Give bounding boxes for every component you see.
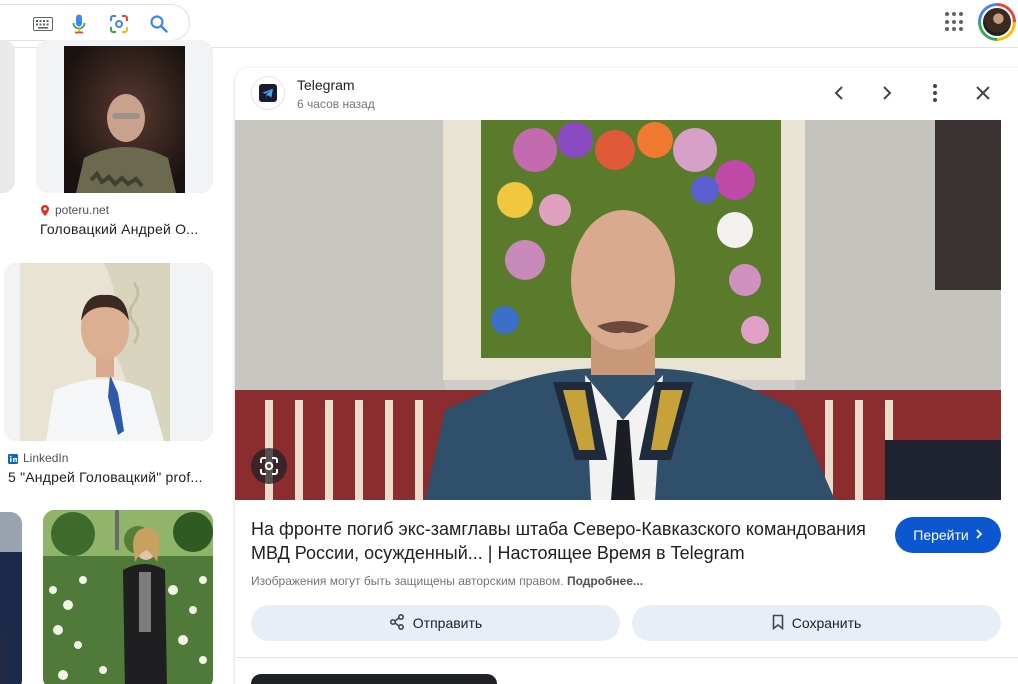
- visit-button-label: Перейти: [913, 527, 969, 543]
- result-thumbnail[interactable]: [4, 263, 213, 441]
- divider: [235, 657, 1018, 658]
- result-thumbnail[interactable]: [0, 512, 22, 684]
- more-options-icon[interactable]: [923, 81, 947, 105]
- preview-site-name[interactable]: Telegram: [297, 77, 355, 93]
- lens-icon[interactable]: [109, 14, 129, 34]
- related-result-thumbnail[interactable]: [251, 674, 497, 684]
- result-thumbnail[interactable]: [36, 40, 213, 193]
- preview-image[interactable]: [235, 120, 1001, 500]
- copyright-notice: Изображения могут быть защищены авторски…: [251, 574, 643, 588]
- preview-title[interactable]: На фронте погиб экс-замглавы штаба Север…: [251, 517, 891, 565]
- result-source[interactable]: poteru.net: [40, 203, 109, 217]
- share-icon: [389, 613, 405, 633]
- mic-icon[interactable]: [69, 14, 89, 34]
- save-label: Сохранить: [791, 615, 862, 631]
- preview-panel: Telegram 6 часов назад На фронте погиб э…: [235, 68, 1018, 684]
- result-title[interactable]: Головацкий Андрей О...: [40, 221, 210, 237]
- avatar[interactable]: [978, 3, 1016, 41]
- result-source[interactable]: LinkedIn: [8, 451, 68, 465]
- image-search-page: poteru.net Головацкий Андрей О... Linked…: [0, 0, 1018, 684]
- result-title[interactable]: 5 "Андрей Головацкий" prof...: [8, 469, 210, 485]
- telegram-icon[interactable]: [251, 76, 285, 110]
- linkedin-icon: [8, 453, 18, 464]
- save-button[interactable]: Сохранить: [632, 605, 1001, 641]
- pin-icon: [40, 205, 50, 216]
- close-icon[interactable]: [971, 81, 995, 105]
- result-thumbnail[interactable]: [0, 40, 15, 193]
- copyright-text: Изображения могут быть защищены авторски…: [251, 574, 564, 588]
- visual-search-button[interactable]: [251, 448, 287, 484]
- result-source-label: LinkedIn: [23, 451, 69, 465]
- bookmark-icon: [772, 614, 784, 633]
- chevron-right-icon: [975, 527, 983, 543]
- search-box[interactable]: [0, 4, 190, 41]
- learn-more-link[interactable]: Подробнее...: [567, 574, 643, 588]
- chevron-right-icon[interactable]: [875, 81, 899, 105]
- apps-icon[interactable]: [945, 12, 965, 32]
- share-button[interactable]: Отправить: [251, 605, 620, 641]
- keyboard-icon[interactable]: [33, 14, 53, 34]
- preview-timestamp: 6 часов назад: [297, 97, 375, 111]
- search-icon[interactable]: [149, 14, 169, 34]
- chevron-left-icon[interactable]: [827, 81, 851, 105]
- share-label: Отправить: [412, 615, 483, 631]
- result-source-label: poteru.net: [55, 203, 110, 217]
- visit-button[interactable]: Перейти: [895, 517, 1001, 553]
- result-thumbnail[interactable]: [43, 510, 213, 684]
